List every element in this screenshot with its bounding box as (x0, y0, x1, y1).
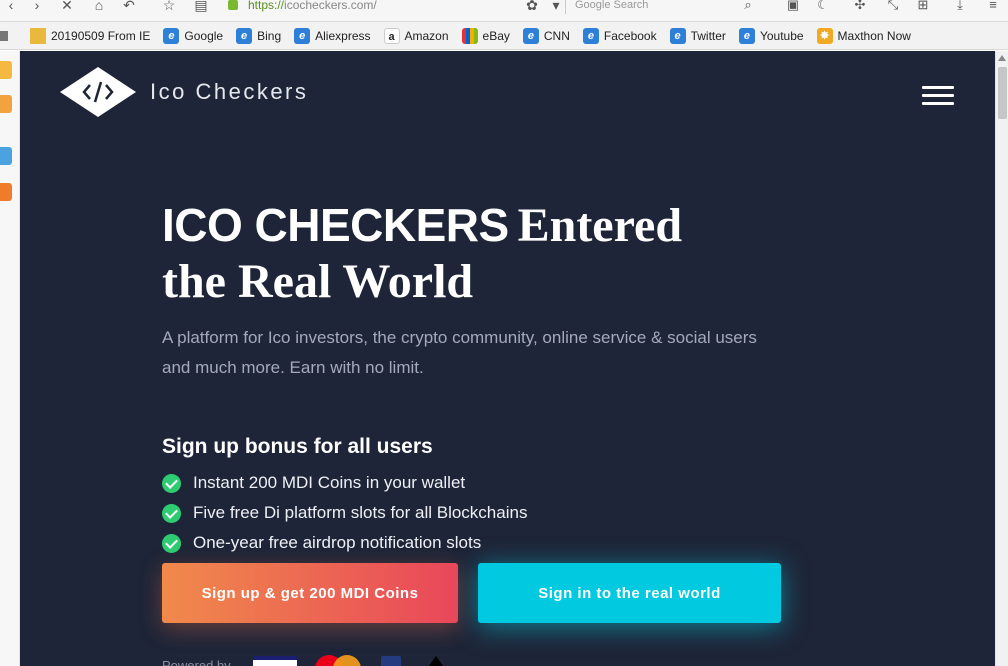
bonus-item-text: Five free Di platform slots for all Bloc… (193, 503, 528, 522)
browser-toolbar: ‹ › ✕ ⌂ ↶ ☆ ▤ https://icocheckers.com/ ✿… (0, 0, 1008, 22)
ie-icon: e (738, 27, 755, 44)
ie-icon: e (582, 27, 599, 44)
stop-icon[interactable]: ✕ (58, 0, 76, 14)
search-placeholder: Google Search (575, 0, 649, 11)
ie-icon: e (236, 27, 253, 44)
bookmark-item[interactable]: e Twitter (669, 27, 726, 44)
zoom-icon[interactable]: ⊞ (915, 0, 931, 12)
signin-button[interactable]: Sign in to the real world (478, 563, 781, 623)
reader-icon[interactable]: ▤ (192, 0, 210, 14)
hero-title-line1: Entered (517, 199, 683, 252)
hero-title-line2: the Real World (162, 255, 474, 308)
ie-icon: e (294, 27, 311, 44)
list-item: Five free Di platform slots for all Bloc… (162, 498, 527, 528)
bookmark-item[interactable]: e Bing (236, 27, 282, 44)
search-input[interactable]: Google Search (565, 0, 757, 14)
address-bar[interactable]: https://icocheckers.com/ (228, 0, 518, 14)
bookmark-item[interactable]: e Google (163, 27, 224, 44)
mastercard-icon (314, 655, 367, 666)
bookmark-label: eBay (482, 28, 510, 43)
paypal-icon (380, 656, 401, 666)
bookmark-label: Aliexpress (315, 28, 371, 43)
notes-icon[interactable] (0, 95, 12, 113)
home-icon[interactable]: ⌂ (90, 0, 108, 14)
hamburger-line (922, 102, 954, 105)
screenshot-icon[interactable]: ▣ (785, 0, 801, 12)
bookmark-item[interactable]: a Amazon (383, 27, 449, 44)
folder-icon (30, 27, 46, 44)
download-icon[interactable]: ⤓ (952, 0, 968, 12)
scroll-thumb[interactable] (998, 67, 1007, 119)
check-circle-icon (162, 503, 181, 523)
triangle-logo-icon (422, 656, 449, 666)
bookmark-item[interactable]: e Facebook (582, 27, 657, 44)
bookmark-label: Bing (257, 28, 282, 43)
chat-icon[interactable] (0, 147, 12, 165)
hero-title: ICO CHECKERS Entered the Real World (162, 199, 782, 312)
security-lock-icon (228, 0, 238, 10)
extension-icon[interactable]: ✿ (523, 0, 541, 14)
hero-subtitle: A platform for Ico investors, the crypto… (162, 328, 757, 377)
ebay-icon (461, 27, 478, 44)
bookmark-item[interactable]: e CNN (522, 27, 570, 44)
favorite-star-icon[interactable]: ☆ (160, 0, 178, 14)
bookmark-label: Twitter (690, 28, 726, 43)
list-item: One-year free airdrop notification slots (162, 528, 527, 558)
amazon-icon: a (383, 27, 400, 44)
bookmark-label: CNN (543, 28, 570, 43)
hamburger-menu-button[interactable] (922, 86, 954, 106)
payment-methods: Powered by (162, 655, 449, 666)
url-scheme: https:// (248, 0, 285, 12)
page-scrollbar[interactable] (995, 51, 1008, 666)
logo-text: Ico Checkers (150, 79, 309, 104)
bookmarks-bar: 20190509 From IE e Google e Bing e Aliexpre… (0, 22, 1008, 50)
hamburger-line (922, 94, 954, 97)
signup-button[interactable]: Sign up & get 200 MDI Coins (162, 563, 458, 623)
tools-icon[interactable]: ✣ (852, 0, 868, 12)
ie-icon: e (669, 27, 686, 44)
hero-title-brand: ICO CHECKERS (162, 199, 509, 251)
visa-icon (252, 656, 297, 666)
forward-icon[interactable]: › (28, 0, 46, 14)
maxthon-icon: ✸ (816, 27, 833, 44)
sidebar-strip (0, 51, 20, 666)
bookmark-label: 20190509 From IE (51, 28, 151, 43)
rss-icon[interactable] (0, 183, 12, 201)
site-logo[interactable]: Ico Checkers (60, 67, 308, 117)
bookmark-item[interactable]: eBay (461, 27, 510, 44)
bonus-title: Sign up bonus for all users (162, 435, 433, 458)
menu-icon[interactable]: ≡ (985, 0, 1001, 12)
search-icon[interactable]: ⌕ (740, 0, 756, 12)
logo-diamond-icon (60, 67, 136, 117)
dropdown-icon[interactable]: ▾ (547, 0, 565, 14)
list-item: Instant 200 MDI Coins in your wallet (162, 468, 527, 498)
bookmark-item[interactable]: e Aliexpress (294, 27, 371, 44)
hamburger-line (922, 86, 954, 89)
bookmark-label: Facebook (603, 28, 657, 43)
bookmark-item[interactable]: e Youtube (738, 27, 804, 44)
check-circle-icon (162, 533, 181, 553)
scroll-up-icon[interactable] (998, 55, 1006, 61)
night-mode-icon[interactable]: ☾ (815, 0, 831, 12)
resize-icon[interactable]: ⤡ (885, 0, 901, 12)
bonus-item-text: Instant 200 MDI Coins in your wallet (193, 473, 466, 492)
bookmark-item[interactable]: 20190509 From IE (30, 27, 151, 44)
check-circle-icon (162, 473, 181, 493)
favorites-icon[interactable] (0, 61, 12, 79)
bonus-item-text: One-year free airdrop notification slots (193, 533, 482, 552)
bookmarks-toggle-icon[interactable] (0, 30, 8, 41)
bookmark-label: Maxthon Now (837, 28, 911, 43)
bookmark-label: Youtube (759, 28, 804, 43)
bookmark-item[interactable]: ✸ Maxthon Now (816, 27, 911, 44)
ie-icon: e (163, 27, 180, 44)
back-icon[interactable]: ‹ (2, 0, 20, 14)
powered-by-label: Powered by (162, 657, 231, 666)
ie-icon: e (522, 27, 539, 44)
bookmark-label: Amazon (404, 28, 449, 43)
url-domain: icocheckers.com/ (284, 0, 377, 12)
undo-icon[interactable]: ↶ (120, 0, 138, 14)
bookmark-label: Google (184, 28, 224, 43)
website-viewport: Ico Checkers ICO CHECKERS Entered the Re… (20, 51, 995, 666)
bonus-list: Instant 200 MDI Coins in your wallet Fiv… (162, 468, 527, 558)
